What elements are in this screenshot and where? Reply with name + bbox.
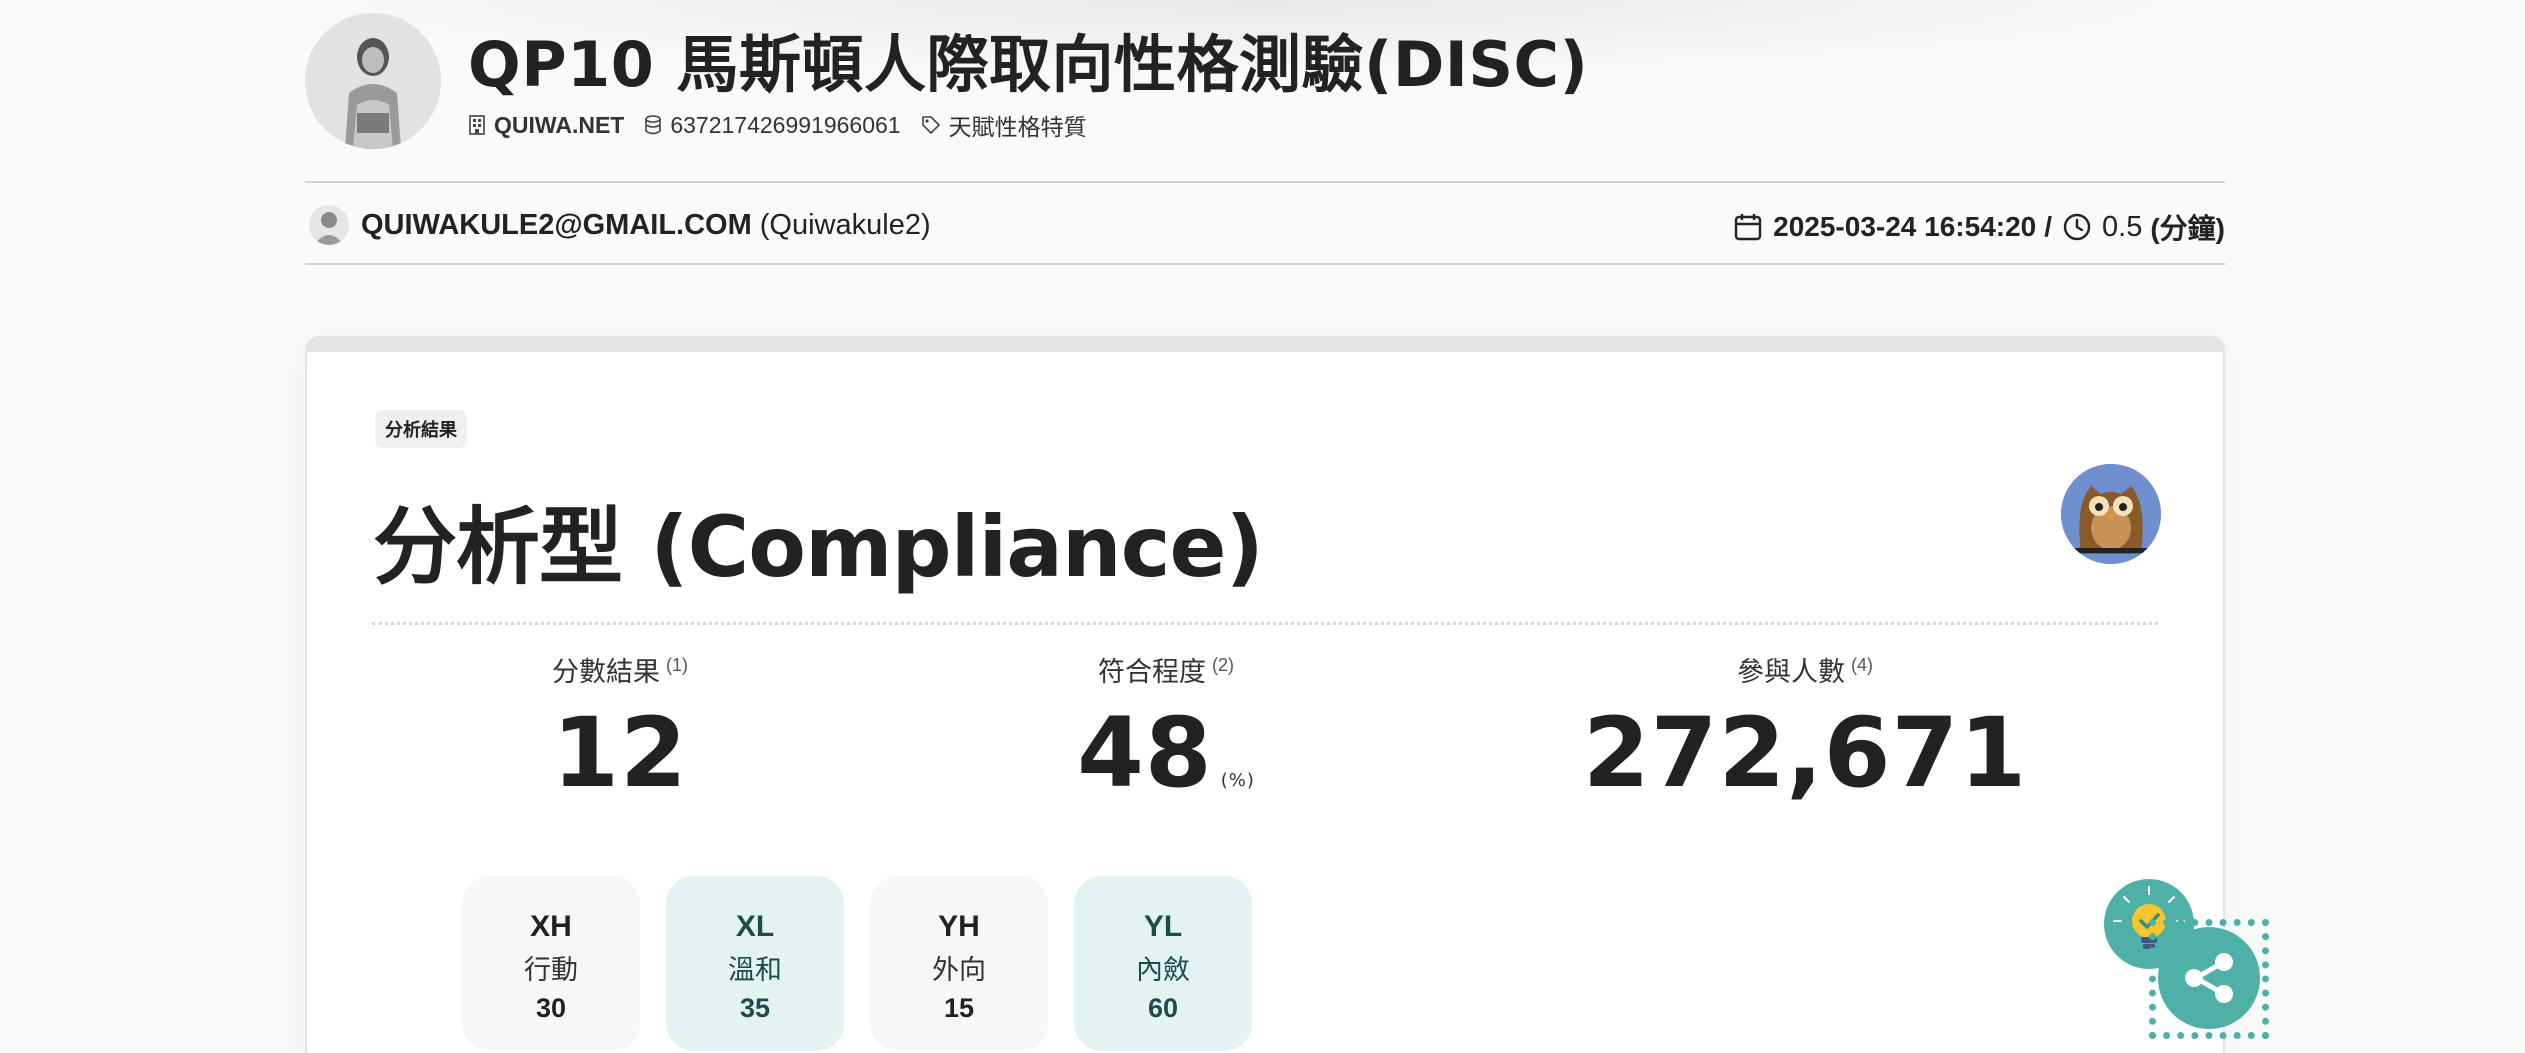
dimension-score: 30 <box>535 993 567 1023</box>
dimension-code: XL <box>735 910 775 943</box>
dimension-name: 內斂 <box>1136 955 1190 986</box>
owl-avatar <box>2061 464 2161 564</box>
meta-site-label: QUIWA.NET <box>494 111 625 138</box>
stat-score-note[interactable]: (1) <box>666 655 688 675</box>
dimension-code: YL <box>1143 910 1183 943</box>
stat-match: 符合程度 (2) 48 (%) <box>1077 650 1255 804</box>
tag-icon <box>921 116 940 134</box>
stat-match-value: 48 (%) <box>1077 697 1255 809</box>
page-title: QP10 馬斯頓人際取向性格測驗(DISC) <box>468 28 1589 101</box>
stat-match-unit: (%) <box>1220 770 1255 791</box>
test-meta: QUIWA.NET 637217426991966061 天賦性格特質 <box>468 108 1107 142</box>
result-page: QP10 馬斯頓人際取向性格測驗(DISC) QUIWA.NET 6372174… <box>0 0 2525 1053</box>
meta-site[interactable]: QUIWA.NET <box>468 112 624 139</box>
stat-participants-note[interactable]: (4) <box>1851 655 1873 675</box>
stat-score-label: 分數結果 (1) <box>552 655 688 687</box>
time-separator: / <box>2044 211 2053 242</box>
dimension-tile-xl: XL 溫和 35 <box>666 876 844 1051</box>
stat-score-value: 12 <box>552 697 688 809</box>
test-datetime: 2025-03-24 16:54:20 <box>1773 211 2037 242</box>
meta-test-id-value: 637217426991966061 <box>670 111 901 138</box>
test-duration-unit: (分鐘) <box>2150 213 2225 244</box>
stat-score: 分數結果 (1) 12 <box>552 650 688 804</box>
test-time: 2025-03-24 16:54:20 / 0.5 (分鐘) <box>1733 207 2225 247</box>
dimension-tiles: XH 行動 30 XL 溫和 35 YH 外向 15 YL 內斂 60 <box>462 876 1278 1051</box>
meta-category[interactable]: 天賦性格特質 <box>921 108 1087 142</box>
stat-match-label: 符合程度 (2) <box>1098 655 1234 687</box>
dimension-score: 60 <box>1147 993 1179 1023</box>
stat-participants: 參與人數 (4) 272,671 <box>1583 650 2027 804</box>
dimension-score: 35 <box>739 993 771 1023</box>
result-card: 分析結果 分析型 (Compliance) 分數結果 (1) 12 符合程度 (2)… <box>305 336 2225 1053</box>
dimension-code: YH <box>938 910 980 943</box>
stat-participants-label: 參與人數 (4) <box>1737 655 1873 687</box>
stat-participants-value: 272,671 <box>1582 697 2028 809</box>
calendar-icon <box>1734 214 1762 241</box>
result-title: 分析型 (Compliance) <box>373 498 1264 596</box>
dimension-tile-xh: XH 行動 30 <box>462 876 640 1051</box>
dimension-tile-yl: YL 內斂 60 <box>1074 876 1252 1051</box>
dimension-name: 行動 <box>524 955 578 986</box>
user-email: QUIWAKULE2@GMAIL.COM (Quiwakule2) <box>361 209 931 241</box>
meta-category-label: 天賦性格特質 <box>948 114 1087 140</box>
meta-test-id: 637217426991966061 <box>644 111 901 139</box>
test-author-avatar <box>305 13 441 149</box>
test-duration: 0.5 <box>2102 210 2143 243</box>
card-divider <box>372 622 2158 625</box>
user-avatar <box>309 205 349 245</box>
clock-icon <box>2063 213 2091 241</box>
result-badge: 分析結果 <box>375 410 467 448</box>
user-nickname: (Quiwakule2) <box>759 209 931 241</box>
dimension-code: XH <box>530 910 572 943</box>
stat-match-note[interactable]: (2) <box>1212 655 1234 675</box>
dimension-name: 溫和 <box>728 955 782 986</box>
database-icon <box>645 115 662 135</box>
share-icon <box>2185 953 2233 1003</box>
building-icon <box>469 115 485 135</box>
dimension-score: 15 <box>943 993 975 1023</box>
share-button[interactable] <box>2158 927 2260 1029</box>
dimension-tile-yh: YH 外向 15 <box>870 876 1048 1051</box>
user-bar: QUIWAKULE2@GMAIL.COM (Quiwakule2) 2025-03… <box>305 181 2225 265</box>
dimension-name: 外向 <box>932 955 986 986</box>
